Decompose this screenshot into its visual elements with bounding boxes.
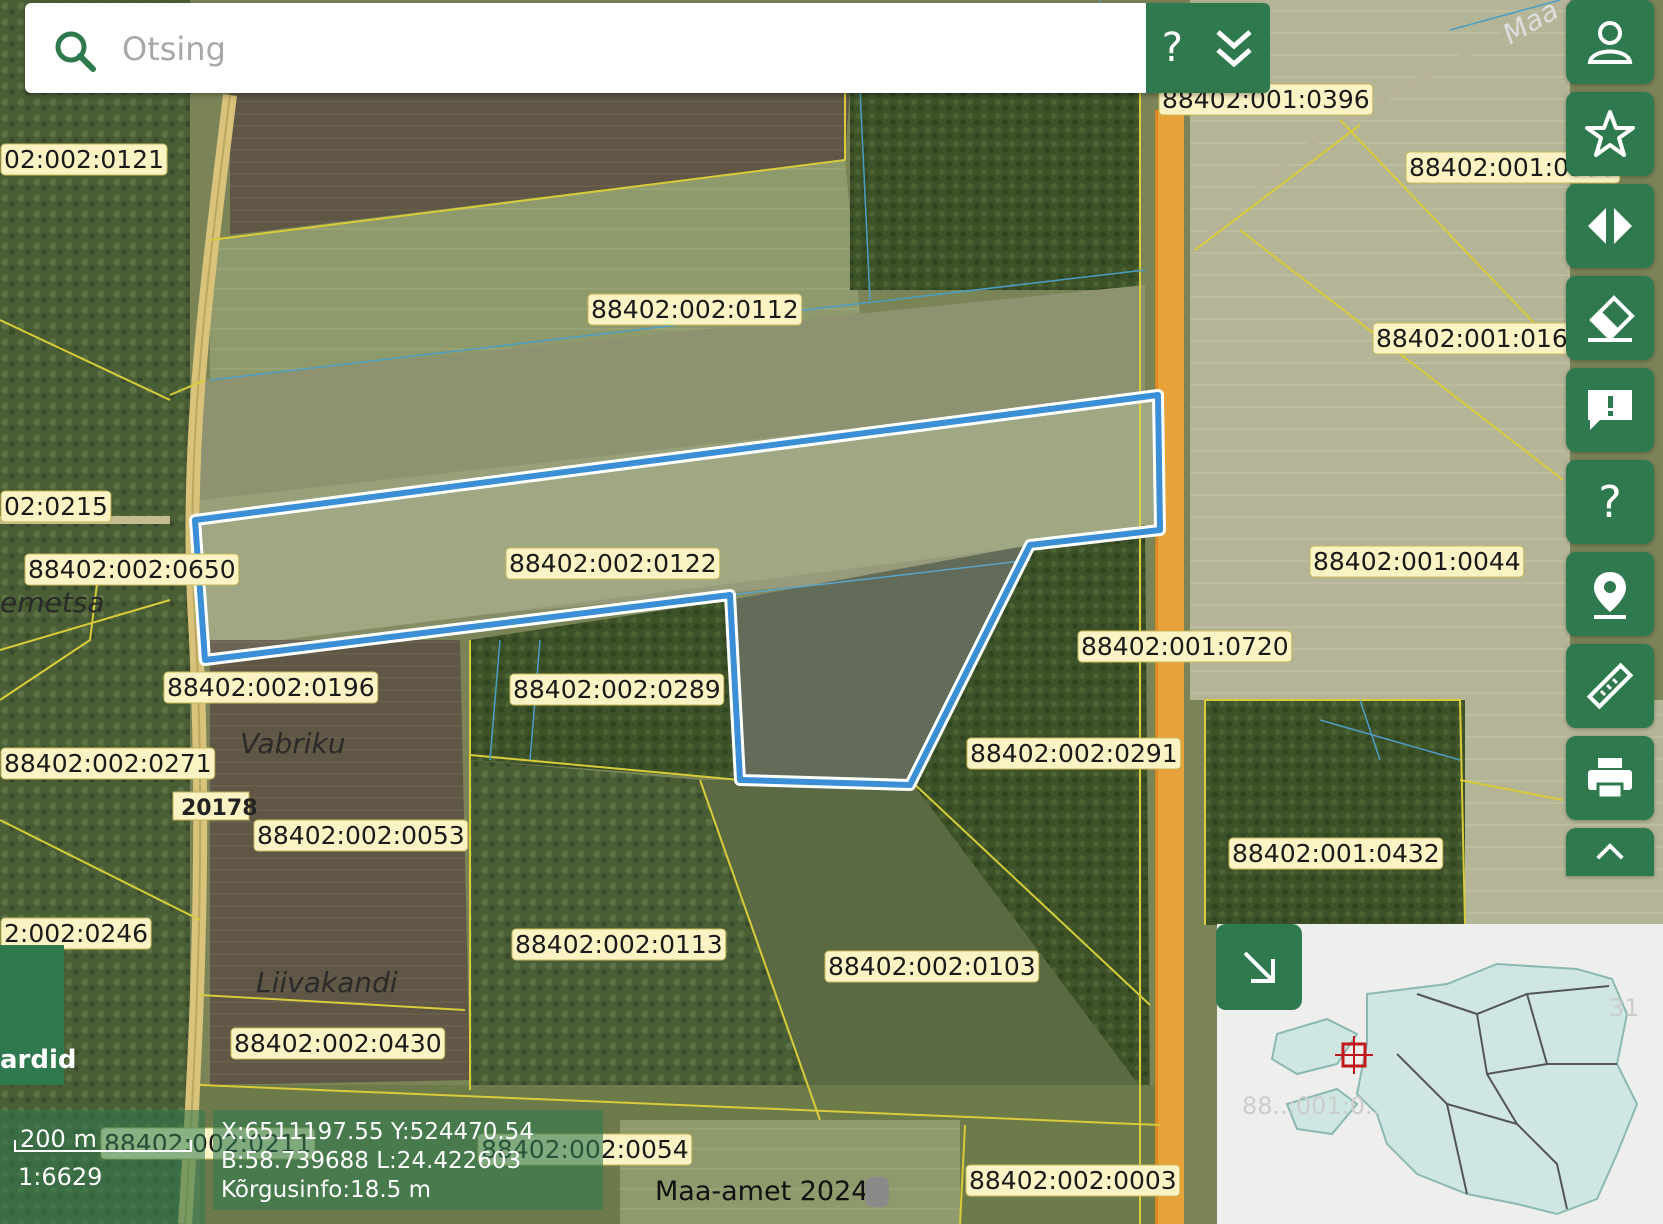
search-input[interactable] (120, 21, 1224, 77)
parcel-label[interactable]: 88402:001:0044 (1313, 547, 1521, 576)
comment-alert-icon (1588, 390, 1632, 430)
map-attribution: Maa-amet 2024 (655, 1176, 869, 1207)
search-bar (25, 3, 1265, 93)
search-help-button[interactable]: ? (1162, 25, 1183, 71)
star-icon (1585, 110, 1635, 157)
parcel-label[interactable]: 88402:002:0271 (4, 749, 212, 778)
parcel-label[interactable]: 88402:002:0003 (969, 1166, 1177, 1195)
coordinates-xy: X:6511197.55 Y:524470.54 (221, 1119, 534, 1145)
favorites-button[interactable] (1566, 92, 1654, 176)
parcel-label[interactable]: 88402:002:0113 (515, 930, 723, 959)
scale-ratio: 1:6629 (18, 1163, 103, 1191)
eraser-icon (1588, 295, 1635, 342)
parcel-label[interactable]: 88402:001:0720 (1081, 632, 1289, 661)
arrow-down-right-icon (1243, 951, 1275, 983)
place-name-emetsa: emetsa (0, 586, 104, 619)
overview-number-label: 31 (1609, 994, 1640, 1022)
measure-button[interactable] (1566, 644, 1654, 728)
ruler-icon (1586, 662, 1634, 710)
parcel-label[interactable]: 2:002:0246 (4, 919, 148, 948)
feedback-button[interactable] (1566, 368, 1654, 452)
parcel-label[interactable]: 88402:001:0432 (1232, 839, 1440, 868)
parcel-label[interactable]: 88402:002:0650 (28, 555, 236, 584)
place-name-vabriku: Vabriku (240, 727, 346, 760)
search-actions: ? (1146, 3, 1270, 93)
layers-panel-label: ardid (0, 1045, 77, 1075)
road-number-label: 20178 (181, 796, 258, 821)
chevron-up-icon (1596, 843, 1624, 860)
printer-icon (1588, 758, 1632, 800)
coordinates-panel: X:6511197.55 Y:524470.54 B:58.739688 L:2… (213, 1110, 603, 1210)
location-button[interactable] (1566, 552, 1654, 636)
overview-parcel-label: 88..:001:0.. (1242, 1092, 1380, 1120)
collapse-overview-button[interactable] (1216, 924, 1302, 1010)
parcel-label[interactable]: 88402:002:0103 (828, 952, 1036, 981)
attribution-toggle[interactable] (865, 1177, 889, 1207)
parcel-label[interactable]: 88402:002:0430 (234, 1029, 442, 1058)
parcel-label[interactable]: 02:0215 (4, 492, 108, 521)
parcel-label[interactable]: 88402:002:0291 (970, 739, 1178, 768)
parcel-label[interactable]: 88402:002:0122 (509, 549, 717, 578)
map-pin-icon (1594, 572, 1626, 619)
place-name-liivakandi: Liivakandi (256, 966, 398, 999)
print-button[interactable] (1566, 736, 1654, 820)
coordinates-bl: B:58.739688 L:24.422603 (221, 1148, 522, 1174)
user-icon (1587, 21, 1633, 64)
expand-search-icon[interactable] (1214, 26, 1254, 70)
height-info: Kõrgusinfo:18.5 m (221, 1177, 432, 1203)
compare-button[interactable] (1566, 184, 1654, 268)
parcel-label[interactable]: 88402:002:0196 (167, 673, 375, 702)
scale-distance: 200 m (20, 1125, 97, 1153)
parcel-label[interactable]: 02:002:0121 (4, 145, 164, 174)
user-button[interactable] (1566, 0, 1654, 84)
question-icon: ? (1598, 476, 1622, 528)
eraser-button[interactable] (1566, 276, 1654, 360)
split-arrows-icon (1588, 208, 1632, 244)
parcel-label[interactable]: 88402:002:0112 (591, 295, 799, 324)
parcel-label[interactable]: 88402:002:0053 (257, 821, 465, 850)
parcel-label[interactable]: 88402:002:0289 (513, 675, 721, 704)
parcel-label[interactable]: 88402:001:0164 (1376, 324, 1584, 353)
search-icon (55, 31, 96, 72)
collapse-toolbar-button[interactable] (1566, 828, 1654, 876)
help-button[interactable]: ? (1566, 460, 1654, 544)
